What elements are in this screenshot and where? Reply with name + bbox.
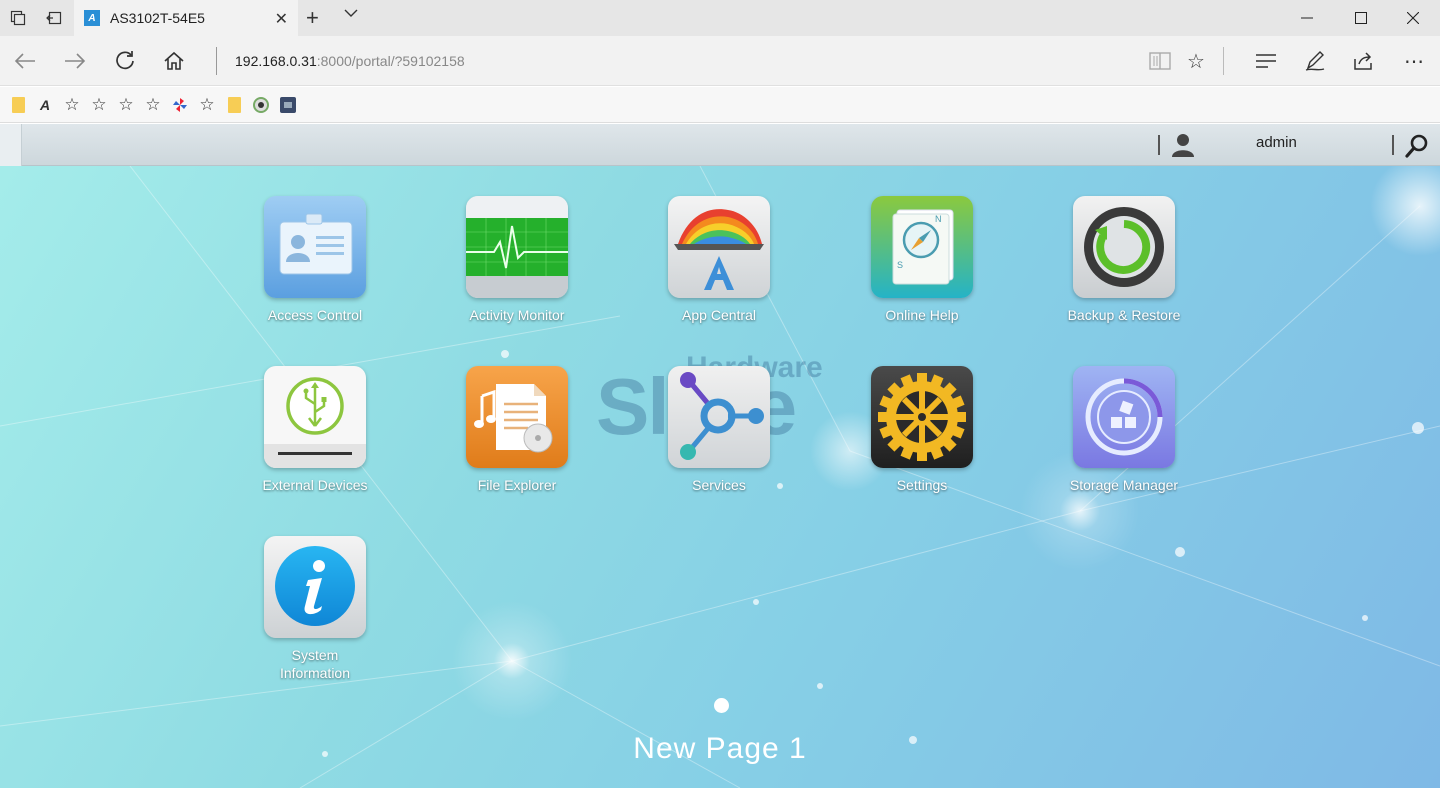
app-label: Access Control — [267, 307, 363, 323]
nas-desktop: Hardware Slave Access Control Activity M… — [0, 166, 1440, 788]
web-note-icon[interactable] — [1298, 44, 1332, 78]
app-access-control[interactable]: Access Control — [235, 196, 395, 324]
app-label-line-1: System — [291, 647, 339, 663]
external-devices-icon[interactable] — [264, 366, 366, 468]
file-explorer-icon[interactable] — [466, 366, 568, 468]
info-icon[interactable] — [264, 536, 366, 638]
app-services[interactable]: Services — [639, 366, 799, 494]
tabs-aside-icon[interactable] — [0, 0, 36, 36]
backup-restore-icon[interactable] — [1073, 196, 1175, 298]
app-settings[interactable]: Settings — [842, 366, 1002, 494]
pinwheel-icon[interactable] — [170, 95, 190, 115]
page-label: New Page 1 — [633, 732, 807, 765]
app-label: External Devices — [262, 477, 368, 493]
minimize-icon[interactable] — [1280, 0, 1334, 36]
access-control-icon[interactable] — [264, 196, 366, 298]
forward-arrow-icon[interactable] — [58, 44, 92, 78]
services-icon[interactable] — [668, 366, 770, 468]
app-backup-restore[interactable]: Backup & Restore — [1044, 196, 1204, 324]
set-tabs-aside-icon[interactable] — [36, 0, 72, 36]
app-label: File Explorer — [477, 477, 557, 493]
app-label: Settings — [896, 477, 948, 493]
user-icon[interactable] — [1170, 132, 1196, 158]
chevron-down-icon[interactable] — [344, 6, 358, 25]
star-icon[interactable]: ☆ — [62, 95, 82, 115]
star-icon[interactable]: ☆ — [143, 95, 163, 115]
share-icon[interactable] — [1347, 44, 1381, 78]
online-help-icon[interactable]: NS — [871, 196, 973, 298]
hub-icon[interactable] — [1249, 44, 1283, 78]
app-label: Online Help — [885, 307, 959, 323]
storage-manager-icon[interactable] — [1073, 366, 1175, 468]
gear-icon[interactable] — [871, 366, 973, 468]
url-path: :8000/portal/?59102158 — [316, 53, 465, 69]
close-tab-icon[interactable]: ✕ — [275, 9, 288, 29]
app-label: System Information — [235, 646, 395, 682]
app-label: Backup & Restore — [1067, 307, 1181, 323]
asustor-favicon-icon: A — [84, 10, 100, 26]
app-label: App Central — [682, 307, 756, 323]
star-icon[interactable]: ☆ — [116, 95, 136, 115]
url-host: 192.168.0.31 — [235, 53, 317, 69]
app-online-help[interactable]: NS Online Help — [842, 196, 1002, 324]
search-icon[interactable] — [1404, 133, 1430, 159]
divider — [1223, 47, 1224, 75]
refresh-icon[interactable] — [108, 44, 142, 78]
site-logo-icon[interactable] — [278, 95, 298, 115]
bookmark-logo-icon[interactable]: A — [35, 95, 55, 115]
app-label: Storage Manager — [1069, 477, 1179, 493]
url-field[interactable]: 192.168.0.31:8000/portal/?59102158 — [235, 53, 465, 69]
back-arrow-icon[interactable] — [8, 44, 42, 78]
new-tab-icon[interactable]: + — [306, 5, 319, 31]
browser-title-bar: A AS3102T-54E5 ✕ + — [0, 0, 1440, 36]
home-icon[interactable] — [157, 44, 191, 78]
reading-view-icon[interactable] — [1143, 44, 1177, 78]
divider — [1158, 135, 1160, 155]
activity-monitor-icon[interactable] — [466, 196, 568, 298]
tab-title: AS3102T-54E5 — [110, 10, 205, 26]
star-icon[interactable]: ☆ — [89, 95, 109, 115]
app-central-icon[interactable] — [668, 196, 770, 298]
divider — [1392, 135, 1394, 155]
app-app-central[interactable]: App Central — [639, 196, 799, 324]
app-activity-monitor[interactable]: Activity Monitor — [437, 196, 597, 324]
site-logo-icon[interactable] — [251, 95, 271, 115]
star-icon[interactable]: ☆ — [197, 95, 217, 115]
divider — [216, 47, 217, 75]
maximize-icon[interactable] — [1334, 0, 1388, 36]
browser-tab-active[interactable]: A AS3102T-54E5 ✕ — [74, 0, 298, 36]
favorite-star-icon[interactable]: ☆ — [1179, 44, 1213, 78]
address-bar: 192.168.0.31:8000/portal/?59102158 ☆ ⋯ — [0, 36, 1440, 86]
close-window-icon[interactable] — [1386, 0, 1440, 36]
app-storage-manager[interactable]: Storage Manager — [1044, 366, 1204, 494]
app-label-line-2: Information — [279, 665, 351, 681]
menu-handle[interactable] — [0, 124, 22, 166]
username[interactable]: admin — [1256, 134, 1297, 151]
favorites-bar: A ☆ ☆ ☆ ☆ ☆ — [0, 87, 1440, 123]
app-system-information[interactable]: System Information — [235, 536, 395, 682]
more-options-icon[interactable]: ⋯ — [1397, 44, 1431, 78]
app-file-explorer[interactable]: File Explorer — [437, 366, 597, 494]
nas-top-bar: admin — [0, 124, 1440, 166]
page-indicator-dot[interactable] — [714, 698, 729, 713]
app-external-devices[interactable]: External Devices — [235, 366, 395, 494]
svg-text:N: N — [935, 214, 942, 224]
folder-icon[interactable] — [8, 95, 28, 115]
svg-text:S: S — [897, 260, 903, 270]
app-label: Activity Monitor — [469, 307, 565, 323]
folder-icon[interactable] — [224, 95, 244, 115]
app-label: Services — [692, 477, 746, 493]
